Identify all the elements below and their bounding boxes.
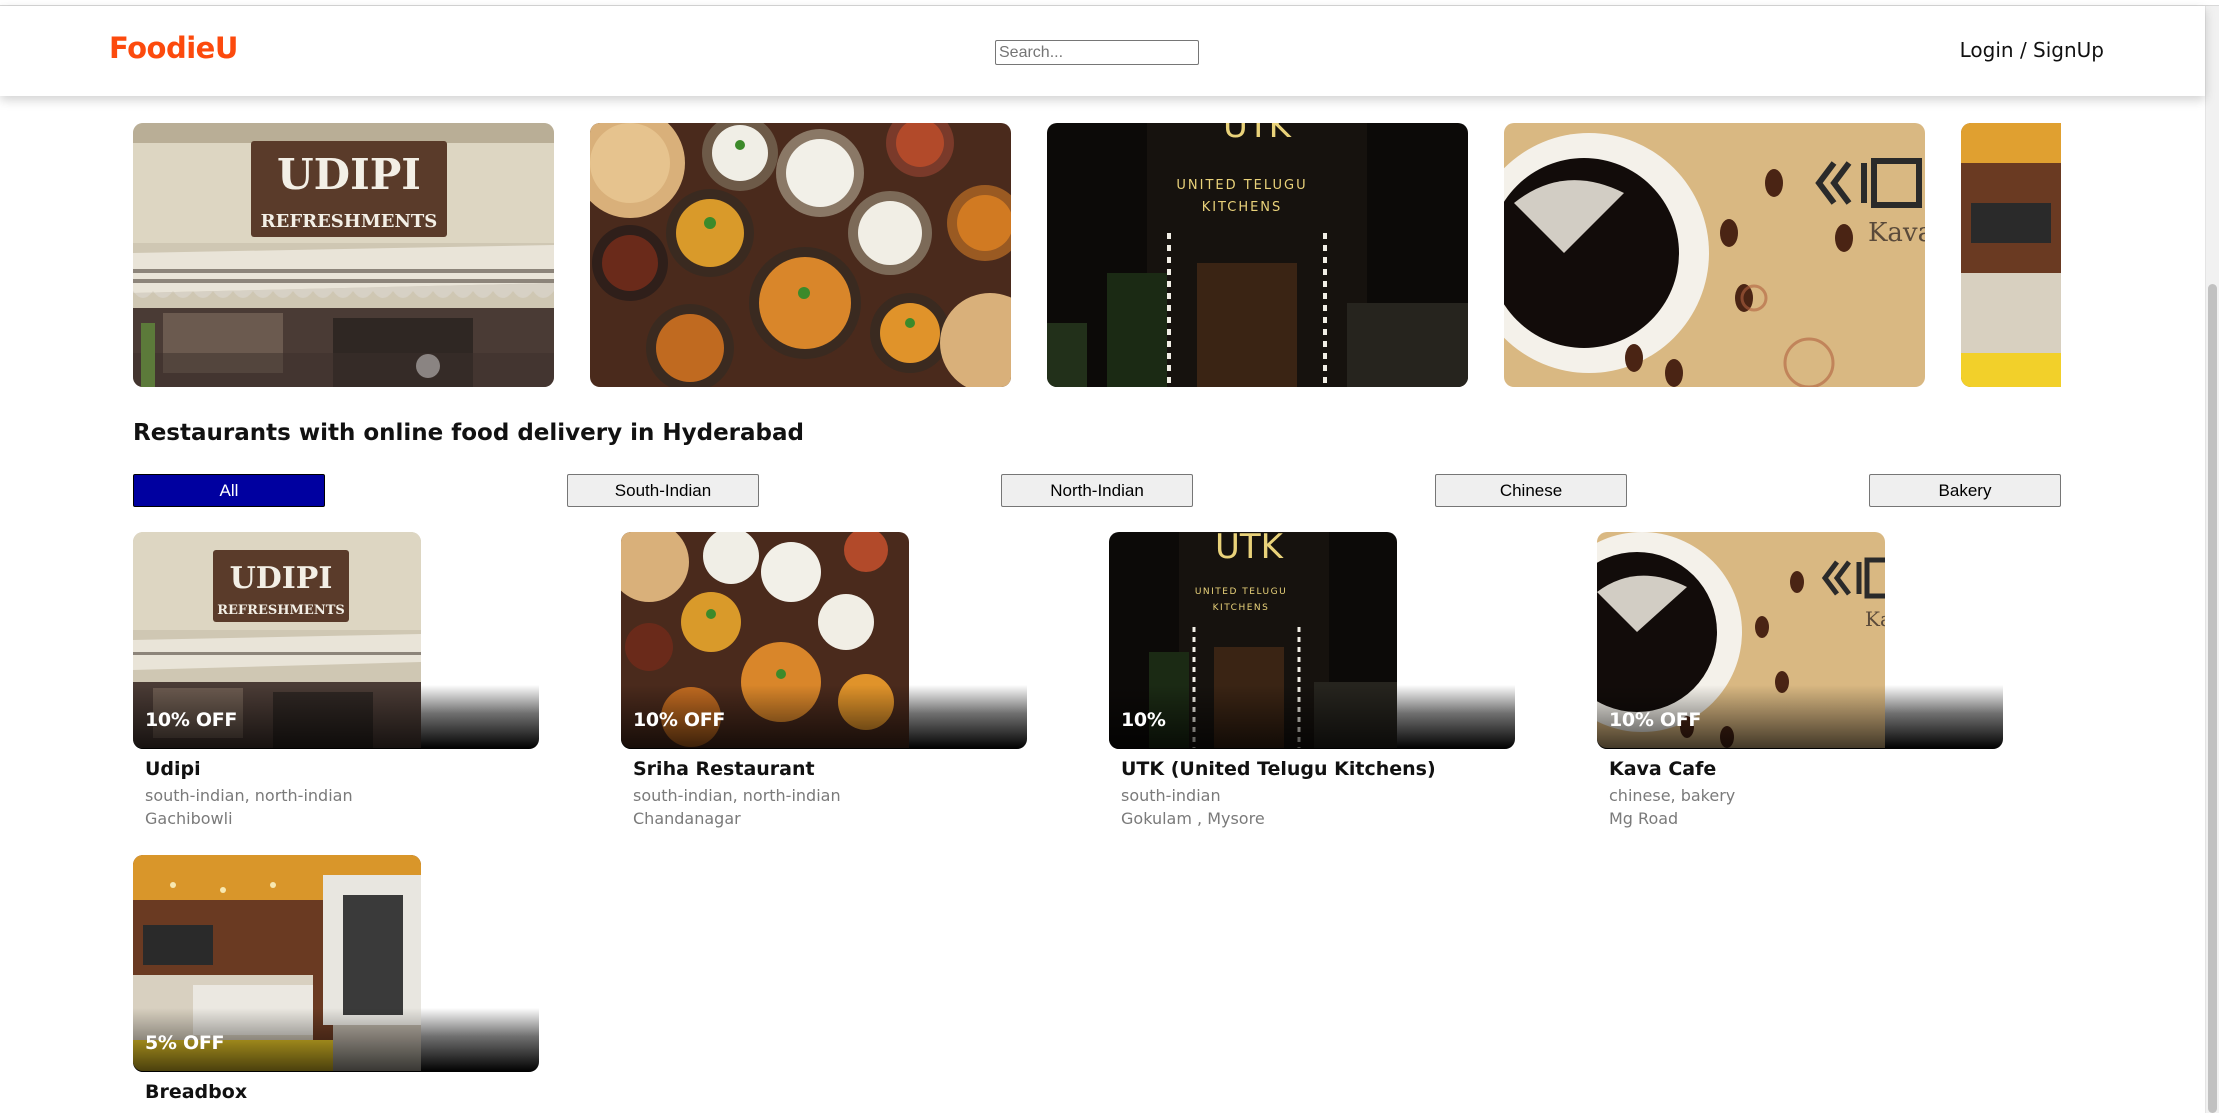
restaurant-location: Gachibowli — [145, 809, 233, 828]
carousel-slide-kava[interactable]: Kava — [1504, 123, 1925, 387]
restaurant-name: Breadbox — [145, 1081, 248, 1103]
restaurant-name: Sriha Restaurant — [633, 758, 815, 780]
restaurant-cuisine: south-indian — [1121, 786, 1221, 805]
carousel-slide-utk[interactable]: UTK UNITED TELUGU KITCHENS — [1047, 123, 1468, 387]
svg-text:Kava: Kava — [1868, 218, 1925, 248]
offer-badge: 10% — [1121, 709, 1166, 731]
scrollbar-thumb[interactable] — [2208, 284, 2217, 1113]
svg-text:UNITED TELUGU: UNITED TELUGU — [1195, 587, 1287, 597]
restaurant-location: Gokulam , Mysore — [1121, 809, 1265, 828]
restaurant-card-utk[interactable]: UTK UNITED TELUGU KITCHENS 10% UTK (Unit… — [1109, 532, 1517, 832]
login-signup-link[interactable]: Login / SignUp — [1960, 38, 2104, 62]
restaurant-location: Mg Road — [1609, 809, 1679, 828]
site-header: FoodieU Login / SignUp — [0, 6, 2205, 96]
utk-storefront-image: UTK UNITED TELUGU KITCHENS — [1047, 123, 1468, 387]
offer-badge: 10% OFF — [145, 709, 238, 731]
page-scrollbar[interactable] — [2205, 6, 2219, 1113]
offer-badge: 10% OFF — [1609, 709, 1702, 731]
offer-badge: 5% OFF — [145, 1032, 225, 1054]
filter-all-button[interactable]: All — [133, 474, 325, 507]
udipi-sign-text: UDIPI — [277, 150, 421, 199]
svg-text:UTK: UTK — [1215, 532, 1285, 567]
restaurant-cuisine: south-indian, north-indian — [633, 786, 841, 805]
section-title: Restaurants with online food delivery in… — [133, 420, 804, 446]
search-input[interactable] — [995, 40, 1199, 65]
udipi-storefront-image: UDIPI REFRESHMENTS — [133, 123, 554, 387]
svg-text:Kava: Kava — [1865, 607, 1885, 631]
svg-text:KITCHENS: KITCHENS — [1213, 603, 1270, 613]
carousel-slide-breadbox[interactable] — [1961, 123, 2061, 387]
sriha-food-image — [590, 123, 1011, 387]
svg-text:UNITED TELUGU: UNITED TELUGU — [1176, 178, 1307, 193]
restaurant-card-sriha[interactable]: 10% OFF Sriha Restaurant south-indian, n… — [621, 532, 1029, 832]
restaurant-card-breadbox[interactable]: 5% OFF Breadbox — [133, 855, 541, 1113]
filter-bakery-button[interactable]: Bakery — [1869, 474, 2061, 507]
filter-north-indian-button[interactable]: North-Indian — [1001, 474, 1193, 507]
restaurant-name: Kava Cafe — [1609, 758, 1717, 780]
svg-text:REFRESHMENTS: REFRESHMENTS — [217, 603, 345, 618]
filter-south-indian-button[interactable]: South-Indian — [567, 474, 759, 507]
restaurant-card-udipi[interactable]: UDIPI REFRESHMENTS 10% OFF Udipi south-i… — [133, 532, 541, 832]
restaurant-name: Udipi — [145, 758, 201, 780]
carousel-slide-udipi[interactable]: UDIPI REFRESHMENTS — [133, 123, 554, 387]
carousel-slide-sriha[interactable] — [590, 123, 1011, 387]
restaurant-carousel[interactable]: UDIPI REFRESHMENTS UTK UNITED TELUGU KIT… — [133, 123, 2061, 387]
svg-text:UTK: UTK — [1223, 123, 1293, 146]
offer-badge: 10% OFF — [633, 709, 726, 731]
restaurant-location: Chandanagar — [633, 809, 741, 828]
breadbox-interior-image — [1961, 123, 2061, 387]
kava-coffee-image: Kava — [1504, 123, 1925, 387]
restaurant-cuisine: south-indian, north-indian — [145, 786, 353, 805]
restaurant-name: UTK (United Telugu Kitchens) — [1121, 758, 1436, 780]
svg-text:UDIPI: UDIPI — [230, 561, 333, 596]
filter-chinese-button[interactable]: Chinese — [1435, 474, 1627, 507]
svg-text:KITCHENS: KITCHENS — [1202, 200, 1283, 215]
logo[interactable]: FoodieU — [109, 31, 238, 65]
restaurant-card-kava[interactable]: Kava 10% OFF Kava Cafe chinese, bakery M… — [1597, 532, 2005, 832]
restaurant-cuisine: chinese, bakery — [1609, 786, 1736, 805]
svg-text:REFRESHMENTS: REFRESHMENTS — [261, 211, 438, 232]
